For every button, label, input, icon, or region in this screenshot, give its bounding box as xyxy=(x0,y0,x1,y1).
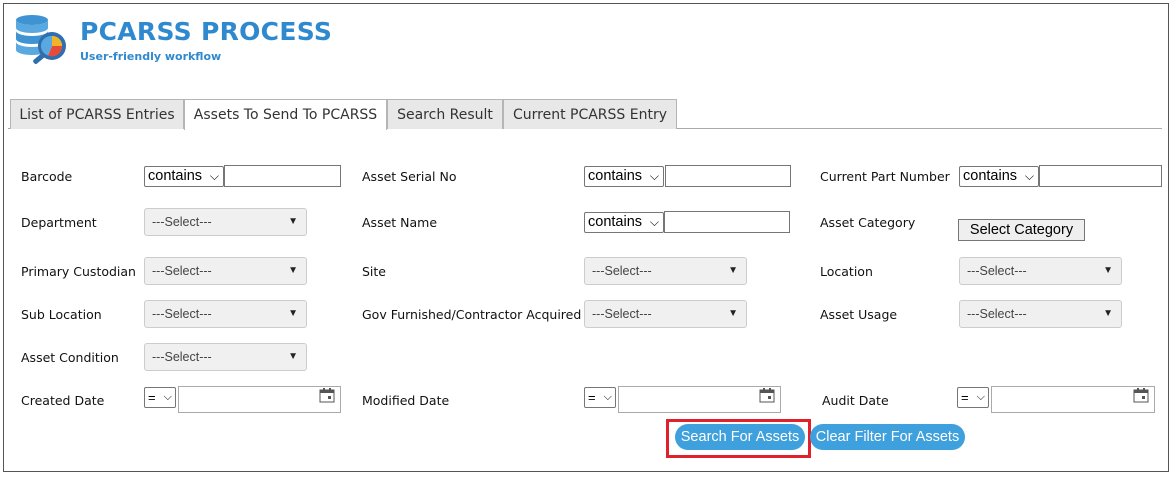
site-value: ---Select--- xyxy=(592,264,652,278)
part-number-operator-value: contains xyxy=(963,168,1018,184)
created-date-label: Created Date xyxy=(21,393,105,408)
modified-date-operator-value: = xyxy=(588,390,596,405)
barcode-operator-value: contains xyxy=(148,168,203,184)
barcode-operator-select[interactable]: contains ⌵ xyxy=(144,166,224,187)
chevron-down-icon: ⌵ xyxy=(603,391,612,403)
created-date-operator-select[interactable]: = ⌵ xyxy=(144,387,176,408)
tab-assets-to-send[interactable]: Assets To Send To PCARSS xyxy=(184,99,387,130)
app-title: PCARSS PROCESS xyxy=(80,17,333,46)
tab-list-of-pcarss-entries[interactable]: List of PCARSS Entries xyxy=(10,99,184,129)
primary-custodian-label: Primary Custodian xyxy=(21,264,136,279)
asset-serial-no-input[interactable] xyxy=(665,165,791,187)
dropdown-arrow-icon: ▼ xyxy=(1103,265,1113,276)
gov-furnished-value: ---Select--- xyxy=(592,307,652,321)
audit-date-operator-value: = xyxy=(961,390,969,405)
asset-name-input[interactable] xyxy=(664,211,790,233)
calendar-icon[interactable] xyxy=(1133,387,1149,403)
asset-usage-label: Asset Usage xyxy=(820,307,898,322)
dropdown-arrow-icon: ▼ xyxy=(728,265,738,276)
chevron-down-icon: ⌵ xyxy=(209,169,219,183)
sub-location-label: Sub Location xyxy=(21,307,102,322)
department-label: Department xyxy=(21,215,97,230)
audit-date-label: Audit Date xyxy=(822,393,889,408)
asset-name-label: Asset Name xyxy=(362,215,438,230)
asset-serial-operator-value: contains xyxy=(588,168,643,184)
gov-furnished-dropdown[interactable]: ---Select--- ▼ xyxy=(584,300,747,328)
search-for-assets-button[interactable]: Search For Assets xyxy=(675,424,805,450)
created-date-input[interactable] xyxy=(178,386,341,413)
calendar-icon[interactable] xyxy=(319,387,335,403)
department-value: ---Select--- xyxy=(152,215,212,229)
audit-date-operator-select[interactable]: = ⌵ xyxy=(957,387,989,408)
barcode-input[interactable] xyxy=(224,165,341,187)
database-chart-logo-icon xyxy=(16,15,66,64)
current-part-number-input[interactable] xyxy=(1039,165,1162,187)
modified-date-input[interactable] xyxy=(618,386,781,413)
calendar-icon[interactable] xyxy=(759,387,775,403)
asset-serial-no-label: Asset Serial No xyxy=(362,169,457,184)
dropdown-arrow-icon: ▼ xyxy=(1103,308,1113,319)
dropdown-arrow-icon: ▼ xyxy=(728,308,738,319)
select-category-button[interactable]: Select Category xyxy=(958,219,1085,241)
barcode-label: Barcode xyxy=(21,169,73,184)
dropdown-arrow-icon: ▼ xyxy=(288,265,298,276)
audit-date-input[interactable] xyxy=(991,386,1155,413)
dropdown-arrow-icon: ▼ xyxy=(288,216,298,227)
gov-furnished-label: Gov Furnished/Contractor Acquired xyxy=(362,307,582,322)
primary-custodian-dropdown[interactable]: ---Select--- ▼ xyxy=(144,257,307,285)
asset-condition-label: Asset Condition xyxy=(21,350,119,365)
asset-condition-value: ---Select--- xyxy=(152,350,212,364)
clear-filter-button[interactable]: Clear Filter For Assets xyxy=(810,424,965,450)
asset-condition-dropdown[interactable]: ---Select--- ▼ xyxy=(144,343,307,371)
asset-name-operator-select[interactable]: contains ⌵ xyxy=(584,212,664,233)
chevron-down-icon: ⌵ xyxy=(649,215,659,229)
chevron-down-icon: ⌵ xyxy=(649,169,659,183)
app-subtitle: User-friendly workflow xyxy=(80,50,222,63)
asset-name-operator-value: contains xyxy=(588,214,643,230)
tab-search-result[interactable]: Search Result xyxy=(387,99,503,129)
dropdown-arrow-icon: ▼ xyxy=(288,308,298,319)
department-dropdown[interactable]: ---Select--- ▼ xyxy=(144,208,307,236)
tab-current-pcarss-entry[interactable]: Current PCARSS Entry xyxy=(503,99,677,129)
sub-location-value: ---Select--- xyxy=(152,307,212,321)
asset-serial-operator-select[interactable]: contains ⌵ xyxy=(584,166,664,187)
chevron-down-icon: ⌵ xyxy=(976,391,985,403)
part-number-operator-select[interactable]: contains ⌵ xyxy=(959,166,1039,187)
sub-location-dropdown[interactable]: ---Select--- ▼ xyxy=(144,300,307,328)
location-dropdown[interactable]: ---Select--- ▼ xyxy=(959,257,1122,285)
current-part-number-label: Current Part Number xyxy=(820,169,950,184)
asset-category-label: Asset Category xyxy=(820,215,916,230)
location-value: ---Select--- xyxy=(967,264,1027,278)
location-label: Location xyxy=(820,264,873,279)
asset-usage-value: ---Select--- xyxy=(967,307,1027,321)
site-dropdown[interactable]: ---Select--- ▼ xyxy=(584,257,747,285)
site-label: Site xyxy=(362,264,386,279)
chevron-down-icon: ⌵ xyxy=(1024,169,1034,183)
modified-date-label: Modified Date xyxy=(362,393,450,408)
primary-custodian-value: ---Select--- xyxy=(152,264,212,278)
modified-date-operator-select[interactable]: = ⌵ xyxy=(584,387,616,408)
created-date-operator-value: = xyxy=(148,390,156,405)
dropdown-arrow-icon: ▼ xyxy=(288,351,298,362)
chevron-down-icon: ⌵ xyxy=(163,391,172,403)
asset-usage-dropdown[interactable]: ---Select--- ▼ xyxy=(959,300,1122,328)
